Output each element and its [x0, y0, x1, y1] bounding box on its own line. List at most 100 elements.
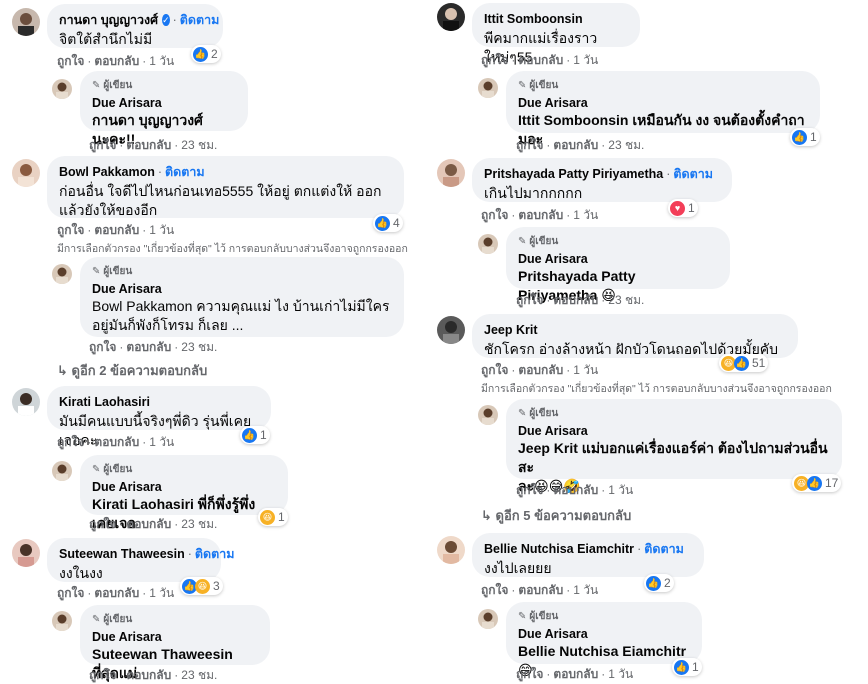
- commenter-avatar[interactable]: [12, 388, 40, 416]
- reply-button[interactable]: ตอบกลับ: [518, 583, 563, 597]
- like-button[interactable]: ถูกใจ: [481, 583, 508, 597]
- reply-button[interactable]: ตอบกลับ: [553, 138, 598, 152]
- reply-author[interactable]: Due Arisara: [92, 281, 392, 297]
- pencil-icon: ✎: [92, 464, 101, 475]
- comment-author[interactable]: Kirati Laohasiri: [59, 394, 150, 410]
- comment-time[interactable]: 1 วัน: [149, 223, 174, 237]
- reply-author[interactable]: Due Arisara: [92, 95, 236, 111]
- like-button[interactable]: ถูกใจ: [89, 340, 116, 354]
- reaction-summary[interactable]: 👍 😆 3: [180, 577, 223, 595]
- reply-time[interactable]: 23 ชม.: [181, 668, 217, 682]
- reply-author[interactable]: Due Arisara: [518, 423, 830, 439]
- reply-author[interactable]: Due Arisara: [518, 251, 718, 267]
- like-button[interactable]: ถูกใจ: [57, 586, 84, 600]
- reply-author-avatar[interactable]: [478, 78, 498, 98]
- reply-author-avatar[interactable]: [52, 264, 72, 284]
- like-button[interactable]: ถูกใจ: [57, 435, 84, 449]
- reply-author-avatar[interactable]: [478, 609, 498, 629]
- reply-time[interactable]: 23 ชม.: [181, 517, 217, 531]
- comment-author[interactable]: Bowl Pakkamon: [59, 164, 155, 180]
- reply-time[interactable]: 23 ชม.: [608, 138, 644, 152]
- reaction-summary[interactable]: 👍 1: [672, 658, 702, 676]
- reply-time[interactable]: 23 ชม.: [181, 340, 217, 354]
- reply-author-avatar[interactable]: [52, 79, 72, 99]
- reply-author-avatar[interactable]: [52, 461, 72, 481]
- view-more-replies-button[interactable]: ↳ ดูอีก 2 ข้อความตอบกลับ: [57, 360, 207, 381]
- reply-author-avatar[interactable]: [478, 234, 498, 254]
- comment-time[interactable]: 1 วัน: [573, 53, 598, 67]
- like-button[interactable]: ถูกใจ: [481, 53, 508, 67]
- follow-button[interactable]: ติดตาม: [165, 164, 205, 180]
- reaction-summary[interactable]: 👍 1: [790, 128, 820, 146]
- comment-author[interactable]: Bellie Nutchisa Eiamchitr: [484, 541, 634, 557]
- reaction-summary[interactable]: 👍 2: [644, 574, 674, 592]
- like-button[interactable]: ถูกใจ: [57, 54, 84, 68]
- commenter-avatar[interactable]: [437, 316, 465, 344]
- comment-time[interactable]: 1 วัน: [573, 583, 598, 597]
- reply-button[interactable]: ตอบกลับ: [518, 208, 563, 222]
- comment-time[interactable]: 1 วัน: [149, 54, 174, 68]
- comment-time[interactable]: 1 วัน: [573, 208, 598, 222]
- reply-bubble: ✎ ผู้เขียน Due Arisara Pritshayada Patty …: [506, 227, 730, 303]
- like-button[interactable]: ถูกใจ: [57, 223, 84, 237]
- comment-author[interactable]: Pritshayada Patty Piriyametha: [484, 166, 663, 182]
- reaction-summary[interactable]: 😆 1: [258, 508, 288, 526]
- reply-button[interactable]: ตอบกลับ: [553, 483, 598, 497]
- comment-time[interactable]: 1 วัน: [573, 363, 598, 377]
- reaction-summary[interactable]: ♥ 1: [668, 199, 698, 217]
- comment-time[interactable]: 1 วัน: [149, 586, 174, 600]
- reply-button[interactable]: ตอบกลับ: [518, 53, 563, 67]
- reply-button[interactable]: ตอบกลับ: [94, 54, 139, 68]
- reply-author[interactable]: Due Arisara: [518, 626, 690, 642]
- reply-author-avatar[interactable]: [478, 405, 498, 425]
- reaction-summary[interactable]: 👍 4: [373, 214, 403, 232]
- like-button[interactable]: ถูกใจ: [481, 363, 508, 377]
- like-button[interactable]: ถูกใจ: [89, 138, 116, 152]
- reaction-summary[interactable]: 😆 👍 51: [719, 354, 769, 372]
- reply-author[interactable]: Due Arisara: [92, 629, 258, 645]
- reply-author[interactable]: Due Arisara: [518, 95, 808, 111]
- reaction-summary[interactable]: 👍 2: [191, 45, 221, 63]
- comment-author[interactable]: กานดา บุญญาวงศ์: [59, 12, 158, 28]
- reply-button[interactable]: ตอบกลับ: [94, 586, 139, 600]
- like-button[interactable]: ถูกใจ: [516, 138, 543, 152]
- like-button[interactable]: ถูกใจ: [89, 668, 116, 682]
- reply-button[interactable]: ตอบกลับ: [553, 667, 598, 681]
- like-button[interactable]: ถูกใจ: [516, 667, 543, 681]
- follow-button[interactable]: ติดตาม: [644, 541, 684, 557]
- reply-time[interactable]: 23 ชม.: [181, 138, 217, 152]
- comment-time[interactable]: 1 วัน: [149, 435, 174, 449]
- reaction-summary[interactable]: 😆 👍 17: [792, 474, 842, 492]
- commenter-avatar[interactable]: [12, 159, 40, 187]
- like-button[interactable]: ถูกใจ: [516, 483, 543, 497]
- commenter-avatar[interactable]: [12, 539, 40, 567]
- like-button[interactable]: ถูกใจ: [89, 517, 116, 531]
- commenter-avatar[interactable]: [437, 159, 465, 187]
- reply-time[interactable]: 1 วัน: [608, 483, 633, 497]
- comment-author[interactable]: Ittit Somboonsin: [484, 11, 583, 27]
- follow-button[interactable]: ติดตาม: [180, 12, 220, 28]
- commenter-avatar[interactable]: [12, 8, 40, 36]
- reply-button[interactable]: ตอบกลับ: [518, 363, 563, 377]
- reply-button[interactable]: ตอบกลับ: [553, 293, 598, 307]
- follow-button[interactable]: ติดตาม: [195, 546, 235, 562]
- reply-button[interactable]: ตอบกลับ: [94, 223, 139, 237]
- reaction-summary[interactable]: 👍 1: [240, 426, 270, 444]
- view-more-replies-button[interactable]: ↳ ดูอีก 5 ข้อความตอบกลับ: [481, 505, 631, 526]
- comment-author[interactable]: Jeep Krit: [484, 322, 538, 338]
- reply-button[interactable]: ตอบกลับ: [126, 340, 171, 354]
- comment-author[interactable]: Suteewan Thaweesin: [59, 546, 185, 562]
- follow-button[interactable]: ติดตาม: [673, 166, 713, 182]
- reply-time[interactable]: 23 ชม.: [608, 293, 644, 307]
- reply-author[interactable]: Due Arisara: [92, 479, 276, 495]
- reply-button[interactable]: ตอบกลับ: [126, 668, 171, 682]
- reply-button[interactable]: ตอบกลับ: [126, 138, 171, 152]
- reply-time[interactable]: 1 วัน: [608, 667, 633, 681]
- like-button[interactable]: ถูกใจ: [481, 208, 508, 222]
- reply-button[interactable]: ตอบกลับ: [126, 517, 171, 531]
- commenter-avatar[interactable]: [437, 536, 465, 564]
- reply-author-avatar[interactable]: [52, 611, 72, 631]
- commenter-avatar[interactable]: [437, 3, 465, 31]
- reply-button[interactable]: ตอบกลับ: [94, 435, 139, 449]
- like-button[interactable]: ถูกใจ: [516, 293, 543, 307]
